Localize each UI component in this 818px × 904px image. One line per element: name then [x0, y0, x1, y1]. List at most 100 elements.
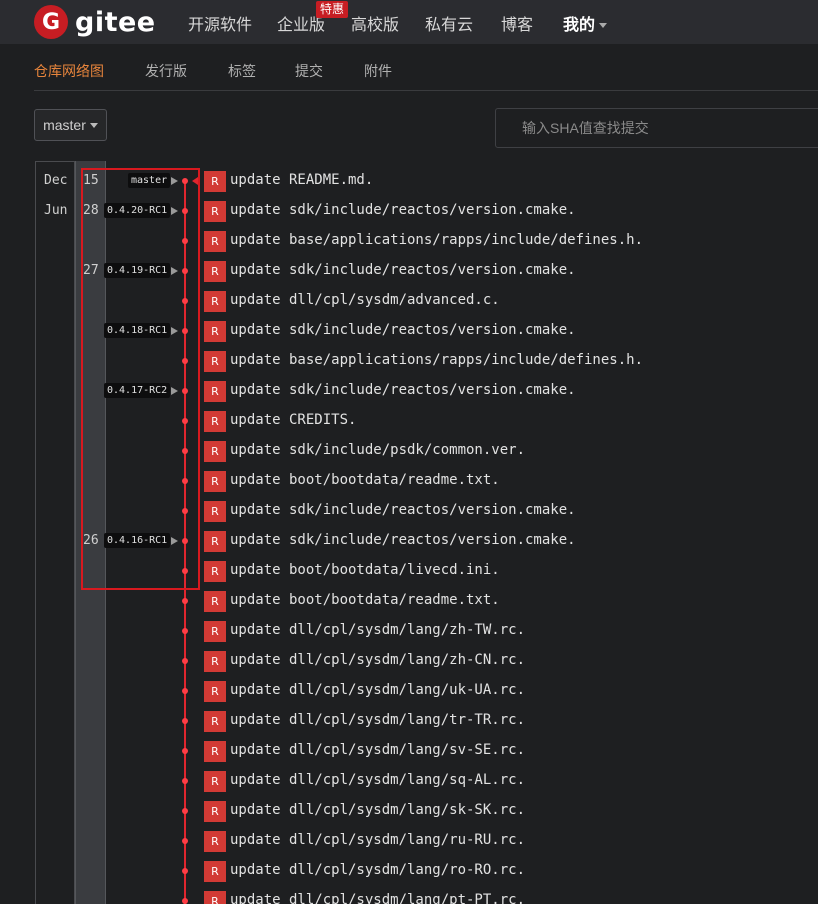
author-avatar[interactable]: R — [204, 561, 226, 582]
sha-search-input[interactable] — [495, 108, 818, 148]
commit-message[interactable]: update sdk/include/reactos/version.cmake… — [230, 202, 576, 218]
commit-message[interactable]: update CREDITS. — [230, 412, 356, 428]
commit-dot — [182, 418, 188, 424]
ref-tag[interactable]: 0.4.19-RC1 — [104, 263, 171, 278]
author-avatar[interactable]: R — [204, 651, 226, 672]
commit-dot — [182, 298, 188, 304]
author-avatar[interactable]: R — [204, 321, 226, 342]
commit-dot — [182, 868, 188, 874]
nav-user-menu[interactable]: 我的 — [563, 11, 608, 35]
ref-tag[interactable]: 0.4.16-RC1 — [104, 533, 171, 548]
author-avatar[interactable]: R — [204, 801, 226, 822]
commit-message[interactable]: update dll/cpl/sysdm/lang/sk-SK.rc. — [230, 802, 525, 818]
tag-arrow-icon — [171, 177, 178, 185]
commit-message[interactable]: update dll/cpl/sysdm/lang/ro-RO.rc. — [230, 862, 525, 878]
author-avatar[interactable]: R — [204, 411, 226, 432]
top-navbar: G gitee 开源软件 企业版 特惠 高校版 私有云 博客 我的 — [0, 0, 818, 44]
commit-message[interactable]: update boot/bootdata/readme.txt. — [230, 472, 500, 488]
author-avatar[interactable]: R — [204, 381, 226, 402]
commit-message[interactable]: update README.md. — [230, 172, 373, 188]
commit-dot — [182, 328, 188, 334]
commit-message[interactable]: update dll/cpl/sysdm/lang/sq-AL.rc. — [230, 772, 525, 788]
commit-dot — [182, 508, 188, 514]
nav-blog[interactable]: 博客 — [501, 11, 533, 35]
author-avatar[interactable]: R — [204, 891, 226, 904]
ref-tag[interactable]: 0.4.17-RC2 — [104, 383, 171, 398]
chevron-down-icon — [89, 122, 98, 128]
tag-arrow-icon — [171, 537, 178, 545]
author-avatar[interactable]: R — [204, 261, 226, 282]
tab-tags[interactable]: 标签 — [228, 61, 256, 81]
tag-arrow-icon — [171, 387, 178, 395]
author-avatar[interactable]: R — [204, 591, 226, 612]
nav-private-cloud[interactable]: 私有云 — [425, 11, 473, 35]
tag-arrow-icon — [171, 207, 178, 215]
commit-message[interactable]: update sdk/include/reactos/version.cmake… — [230, 502, 576, 518]
commit-dot — [182, 598, 188, 604]
tab-commits[interactable]: 提交 — [295, 61, 323, 81]
ref-tag[interactable]: 0.4.20-RC1 — [104, 203, 171, 218]
branch-dropdown[interactable]: master — [34, 109, 107, 141]
commit-message[interactable]: update dll/cpl/sysdm/lang/tr-TR.rc. — [230, 712, 525, 728]
commit-dot — [182, 478, 188, 484]
ref-tag[interactable]: 0.4.18-RC1 — [104, 323, 171, 338]
commit-dot — [182, 208, 188, 214]
commit-message[interactable]: update dll/cpl/sysdm/advanced.c. — [230, 292, 500, 308]
commit-message[interactable]: update sdk/include/psdk/common.ver. — [230, 442, 525, 458]
commit-message[interactable]: update dll/cpl/sysdm/lang/sv-SE.rc. — [230, 742, 525, 758]
commit-dot — [182, 388, 188, 394]
author-avatar[interactable]: R — [204, 861, 226, 882]
commit-message[interactable]: update base/applications/rapps/include/d… — [230, 352, 643, 368]
commit-dot — [182, 628, 188, 634]
gitee-logo-icon: G — [34, 5, 68, 39]
commit-dot — [182, 268, 188, 274]
commit-dot — [182, 898, 188, 904]
commit-message[interactable]: update sdk/include/reactos/version.cmake… — [230, 382, 576, 398]
nav-user-menu-label: 我的 — [563, 15, 596, 34]
commit-message[interactable]: update dll/cpl/sysdm/lang/uk-UA.rc. — [230, 682, 525, 698]
day-label: 28 — [83, 203, 99, 218]
author-avatar[interactable]: R — [204, 771, 226, 792]
author-avatar[interactable]: R — [204, 351, 226, 372]
commit-message[interactable]: update sdk/include/reactos/version.cmake… — [230, 322, 576, 338]
author-avatar[interactable]: R — [204, 231, 226, 252]
nav-open-source[interactable]: 开源软件 — [188, 11, 252, 35]
commit-message[interactable]: update boot/bootdata/readme.txt. — [230, 592, 500, 608]
commit-message[interactable]: update dll/cpl/sysdm/lang/zh-TW.rc. — [230, 622, 525, 638]
commit-message[interactable]: update boot/bootdata/livecd.ini. — [230, 562, 500, 578]
commit-dot — [182, 358, 188, 364]
head-arrow-icon — [192, 177, 198, 185]
author-avatar[interactable]: R — [204, 501, 226, 522]
author-avatar[interactable]: R — [204, 171, 226, 192]
author-avatar[interactable]: R — [204, 711, 226, 732]
tab-attachments[interactable]: 附件 — [364, 61, 392, 81]
author-avatar[interactable]: R — [204, 531, 226, 552]
author-avatar[interactable]: R — [204, 621, 226, 642]
commit-message[interactable]: update dll/cpl/sysdm/lang/zh-CN.rc. — [230, 652, 525, 668]
day-label: 26 — [83, 533, 99, 548]
author-avatar[interactable]: R — [204, 681, 226, 702]
author-avatar[interactable]: R — [204, 291, 226, 312]
author-avatar[interactable]: R — [204, 441, 226, 462]
commit-dot — [182, 688, 188, 694]
nav-education[interactable]: 高校版 — [351, 11, 399, 35]
commit-message[interactable]: update dll/cpl/sysdm/lang/ru-RU.rc. — [230, 832, 525, 848]
author-avatar[interactable]: R — [204, 201, 226, 222]
day-label: 27 — [83, 263, 99, 278]
commit-message[interactable]: update base/applications/rapps/include/d… — [230, 232, 643, 248]
month-column — [35, 161, 75, 904]
ref-tag[interactable]: master — [128, 173, 171, 188]
commit-dot — [182, 448, 188, 454]
tab-releases[interactable]: 发行版 — [145, 61, 187, 81]
gitee-logo[interactable]: G gitee — [34, 5, 156, 39]
commit-message[interactable]: update sdk/include/reactos/version.cmake… — [230, 532, 576, 548]
tab-network-graph[interactable]: 仓库网络图 — [34, 61, 104, 81]
month-label: Jun — [44, 203, 68, 218]
author-avatar[interactable]: R — [204, 471, 226, 492]
author-avatar[interactable]: R — [204, 741, 226, 762]
author-avatar[interactable]: R — [204, 831, 226, 852]
commit-message[interactable]: update sdk/include/reactos/version.cmake… — [230, 262, 576, 278]
commit-message[interactable]: update dll/cpl/sysdm/lang/pt-PT.rc. — [230, 892, 525, 904]
commit-dot — [182, 538, 188, 544]
day-label: 15 — [83, 173, 99, 188]
